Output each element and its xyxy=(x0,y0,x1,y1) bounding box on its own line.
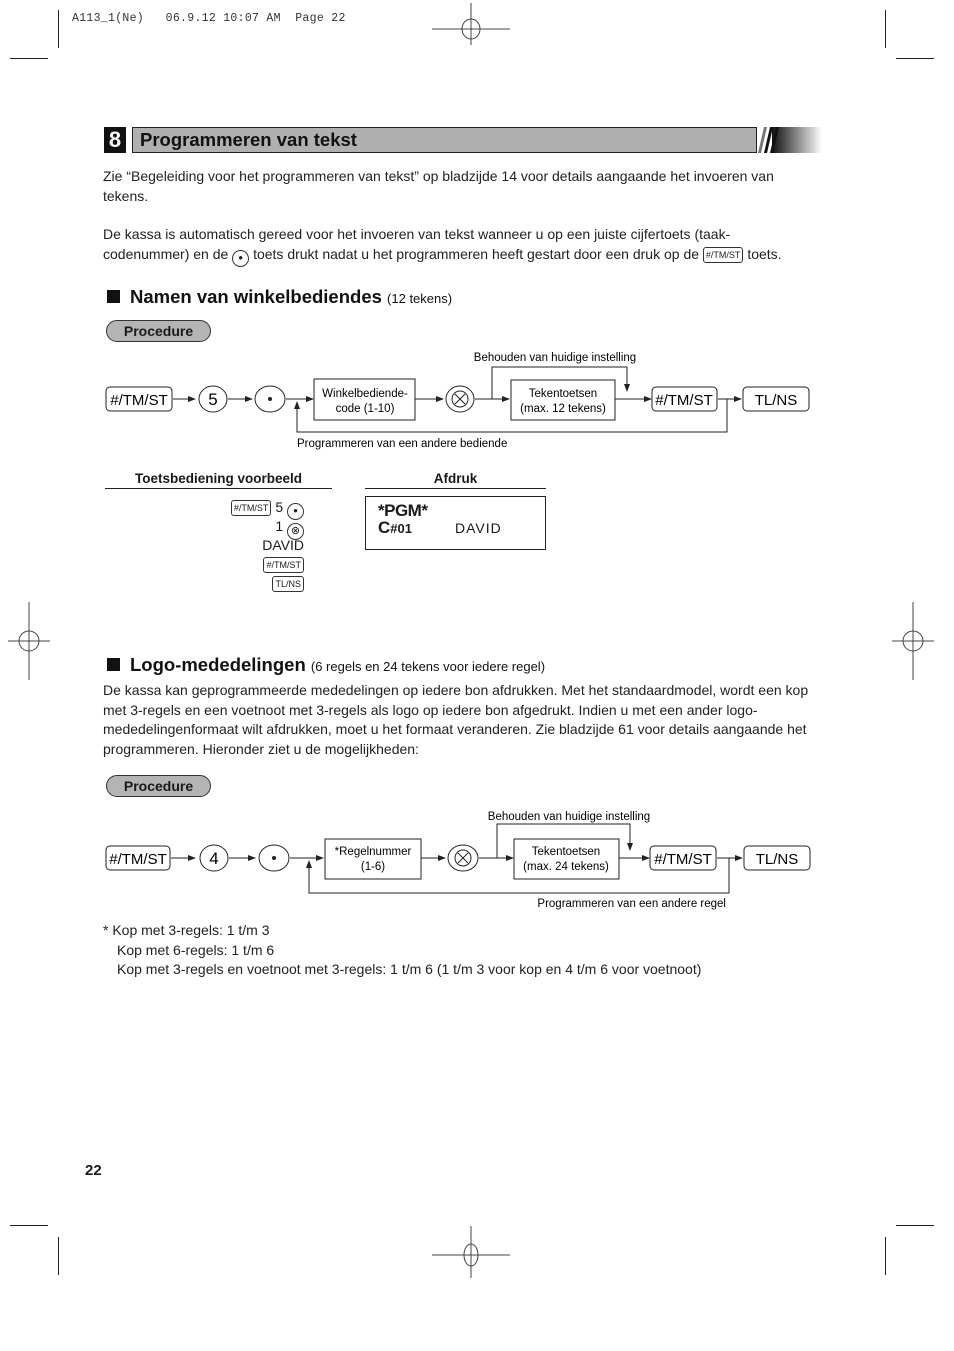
page-number: 22 xyxy=(85,1162,102,1179)
intro-paragraph-1: Zie “Begeleiding voor het programmeren v… xyxy=(103,168,774,204)
svg-text:#/TM/ST: #/TM/ST xyxy=(654,851,712,868)
example-text: DAVID xyxy=(262,537,304,553)
section-number: 8 xyxy=(104,127,126,153)
key-tlns: TL/NS xyxy=(742,386,810,412)
footnote-item: * Kop met 3-regels: 1 t/m 3 xyxy=(103,922,270,938)
line-number-box: *Regelnummer (1-6) xyxy=(324,838,422,880)
example-row: #/TM/ST 5 • xyxy=(230,498,304,520)
clerk-code-box: Winkelbediende-code (1-10) xyxy=(313,378,416,421)
crop-mark xyxy=(885,10,886,48)
crop-mark xyxy=(58,10,59,48)
key-tmst-end: #/TM/ST xyxy=(649,845,717,871)
footnote-item: Kop met 3-regels en voetnoot met 3-regel… xyxy=(117,961,702,977)
key-tmst: #/TM/ST xyxy=(105,845,171,871)
registration-mark-icon xyxy=(892,602,934,680)
logo-messages-title: Logo-mededelingen xyxy=(130,654,306,675)
dot-key-icon: • xyxy=(232,249,250,267)
crop-mark xyxy=(885,1237,886,1275)
key-example-header: Toetsbediening voorbeeld xyxy=(105,471,332,489)
key-tmst-end: #/TM/ST xyxy=(651,386,718,412)
print-meta: A113_1(Ne) 06.9.12 10:07 AM Page 22 xyxy=(72,12,346,25)
loop-label: Programmeren van een andere regel xyxy=(537,898,726,910)
bullet-square-icon xyxy=(107,658,120,671)
procedure-badge: Procedure xyxy=(106,320,211,342)
logo-messages-heading: Logo-mededelingen (6 regels en 24 tekens… xyxy=(107,654,545,676)
clerk-flow-diagram: #/TM/ST 5 Winkelbediende-code (1-10) Beh… xyxy=(105,352,810,450)
receipt-name: DAVID xyxy=(455,520,502,536)
svg-text:TL/NS: TL/NS xyxy=(756,851,799,868)
clerk-names-title: Namen van winkelbediendes xyxy=(130,286,382,307)
loop-label: Programmeren van een andere bediende xyxy=(297,438,507,450)
key-5: 5 xyxy=(198,385,228,413)
svg-text:(max. 24 tekens): (max. 24 tekens) xyxy=(523,861,609,873)
example-row: #/TM/ST xyxy=(231,555,304,574)
crop-mark xyxy=(10,58,48,59)
character-keys-box: Tekentoetsen (max. 12 tekens) xyxy=(510,379,616,421)
example-text: 1 xyxy=(275,518,284,534)
key-tmst: #/TM/ST xyxy=(105,386,173,412)
intro-text-b: toets drukt nadat u het programmeren hee… xyxy=(249,245,703,262)
intro-paragraph-2: De kassa is automatisch gereed voor het … xyxy=(103,225,815,267)
svg-text:(max. 12 tekens): (max. 12 tekens) xyxy=(520,403,606,415)
svg-text:#/TM/ST: #/TM/ST xyxy=(110,392,168,409)
procedure-badge: Procedure xyxy=(106,775,211,797)
key-4: 4 xyxy=(199,844,229,872)
registration-mark-icon xyxy=(8,602,50,680)
logo-messages-subtitle: (6 regels en 24 tekens voor iedere regel… xyxy=(310,659,546,674)
logo-messages-body: De kassa kan geprogrammeerde mededelinge… xyxy=(103,682,809,757)
clerk-names-heading: Namen van winkelbediendes (12 tekens) xyxy=(107,286,452,308)
svg-text:*Regelnummer: *Regelnummer xyxy=(335,846,412,858)
key-dot xyxy=(254,385,286,413)
svg-text:(1-6): (1-6) xyxy=(361,861,385,873)
crop-mark xyxy=(10,1225,48,1226)
printout-header: Afdruk xyxy=(365,471,546,489)
skip-label: Behouden van huidige instelling xyxy=(488,811,650,823)
key-dot xyxy=(258,844,290,872)
footnote-list: * Kop met 3-regels: 1 t/m 3 Kop met 6-re… xyxy=(103,921,701,980)
svg-text:TL/NS: TL/NS xyxy=(755,392,798,409)
tlns-key-icon: TL/NS xyxy=(272,576,304,592)
receipt-prefix: C xyxy=(378,518,391,537)
key-example-list: #/TM/ST 5 • 1 ⊗ DAVID #/TM/ST TL/NS xyxy=(230,498,304,593)
section-title: Programmeren van tekst xyxy=(140,129,357,150)
crop-mark xyxy=(896,1225,934,1226)
svg-text:#/TM/ST: #/TM/ST xyxy=(109,851,167,868)
registration-mark-icon xyxy=(432,3,510,45)
svg-text:4: 4 xyxy=(209,849,218,868)
crop-mark xyxy=(896,58,934,59)
svg-text:#/TM/ST: #/TM/ST xyxy=(655,392,713,409)
skip-label: Behouden van huidige instelling xyxy=(474,352,636,364)
character-keys-box: Tekentoetsen (max. 24 tekens) xyxy=(513,838,620,880)
tmst-key-icon: #/TM/ST xyxy=(263,557,304,573)
svg-text:Tekentoetsen: Tekentoetsen xyxy=(529,388,597,400)
header-stripes-decoration xyxy=(758,127,822,153)
example-row: DAVID xyxy=(231,536,304,555)
registration-mark-icon xyxy=(432,1226,510,1278)
example-row: TL/NS xyxy=(231,574,304,593)
key-tlns: TL/NS xyxy=(743,845,811,871)
tmst-key-icon: #/TM/ST xyxy=(230,500,272,516)
example-text: 5 xyxy=(275,499,284,515)
svg-text:code (1-10): code (1-10) xyxy=(336,403,395,415)
receipt-line-2: C#01 xyxy=(378,518,412,538)
intro-text-c: toets. xyxy=(743,245,782,262)
logo-flow-diagram: #/TM/ST 4 *Regelnummer (1-6) Behouden van… xyxy=(105,811,811,910)
example-row: 1 ⊗ xyxy=(231,517,304,540)
crop-mark xyxy=(58,1237,59,1275)
bullet-square-icon xyxy=(107,290,120,303)
svg-text:5: 5 xyxy=(208,390,217,409)
multiply-key-icon xyxy=(445,385,475,413)
svg-text:Tekentoetsen: Tekentoetsen xyxy=(532,846,600,858)
svg-text:Winkelbediende-: Winkelbediende- xyxy=(322,388,408,400)
multiply-key-icon xyxy=(447,844,479,872)
receipt-number: #01 xyxy=(390,521,412,536)
footnote-item: Kop met 6-regels: 1 t/m 6 xyxy=(117,941,275,958)
clerk-names-subtitle: (12 tekens) xyxy=(387,291,453,306)
tmst-key-icon: #/TM/ST xyxy=(702,246,744,263)
